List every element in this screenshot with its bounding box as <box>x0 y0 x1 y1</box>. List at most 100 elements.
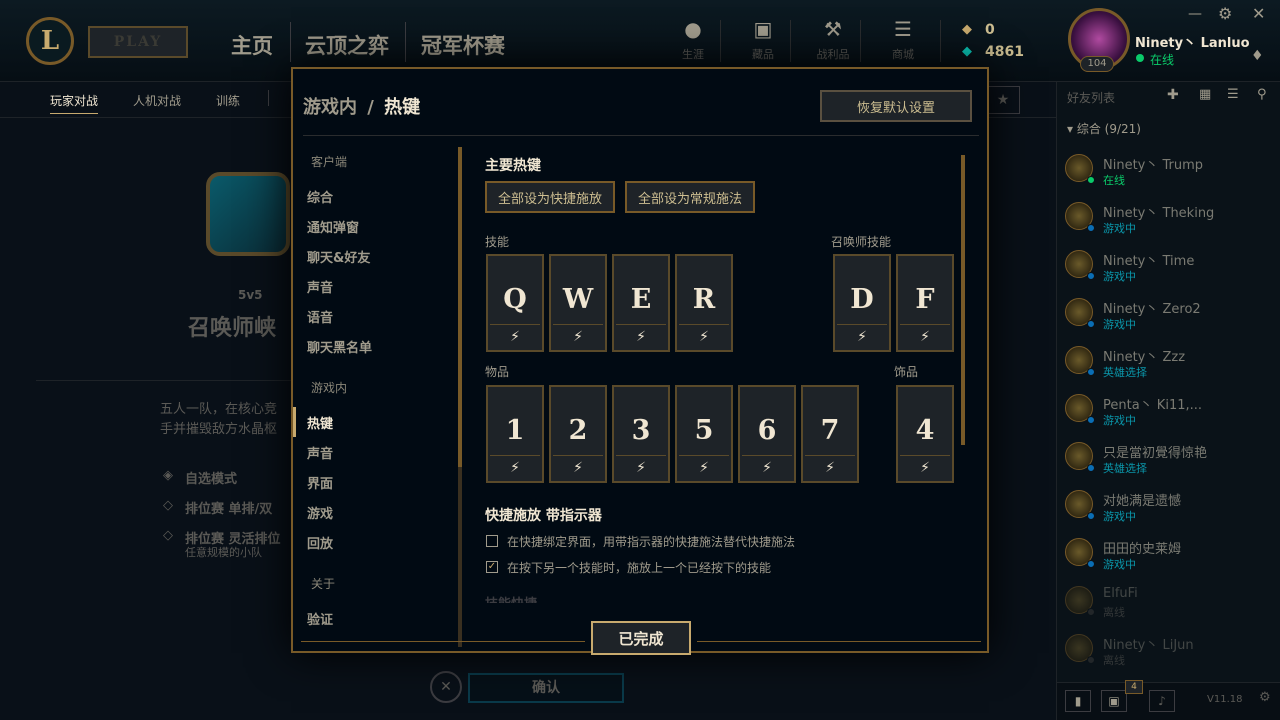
quickcast-bolt-icon[interactable]: ⚡ <box>805 455 855 479</box>
subtab-pvp[interactable]: 玩家对战 <box>50 92 99 114</box>
hotkey-slot[interactable]: W ⚡ <box>549 254 607 352</box>
tab-clash[interactable]: 冠军杯赛 <box>421 30 505 60</box>
hotkey-slot[interactable]: 1 ⚡ <box>486 385 544 483</box>
option-draft[interactable]: 自选模式 <box>185 468 237 487</box>
missions-icon[interactable]: ▣ <box>1101 690 1127 712</box>
minimize-icon[interactable]: — <box>1188 6 1202 22</box>
checkbox-indicator-replace[interactable] <box>486 535 498 547</box>
hotkey-slot[interactable]: F ⚡ <box>896 254 954 352</box>
friend-row[interactable]: Penta丶 Ki11,... 游戏中 <box>1057 388 1280 436</box>
hotkey-slot[interactable]: 2 ⚡ <box>549 385 607 483</box>
trophy-icon[interactable]: ★ <box>986 86 1020 114</box>
quickcast-bolt-icon[interactable]: ⚡ <box>616 455 666 479</box>
done-button[interactable]: 已完成 <box>591 621 691 655</box>
friend-row[interactable]: Ninety丶 Trump 在线 <box>1057 148 1280 196</box>
friend-row[interactable]: 田田的史莱姆 游戏中 <box>1057 532 1280 580</box>
menu-item-client[interactable]: 声音 <box>307 277 333 296</box>
friend-row[interactable]: Ninety丶 Zero2 游戏中 <box>1057 292 1280 340</box>
hotkey-slot[interactable]: E ⚡ <box>612 254 670 352</box>
cancel-x-icon[interactable]: ✕ <box>430 671 462 703</box>
friend-group-header[interactable]: ▾ 综合 (9/21) <box>1067 120 1141 137</box>
tab-home[interactable]: 主页 <box>231 30 273 60</box>
subtab-training[interactable]: 训练 <box>216 92 240 109</box>
store-button[interactable]: ☰ 商城 <box>873 18 933 62</box>
menu-item-client[interactable]: 聊天&好友 <box>307 247 370 266</box>
set-all-normalcast-button[interactable]: 全部设为常规施法 <box>625 181 755 213</box>
friend-row[interactable]: 只是當初覺得惊艳 英雄选择 <box>1057 436 1280 484</box>
quickcast-bolt-icon[interactable]: ⚡ <box>742 455 792 479</box>
quickcast-bolt-icon[interactable]: ⚡ <box>679 324 729 348</box>
loot-button[interactable]: ⚒ 战利品 <box>803 18 863 62</box>
friend-status: 游戏中 <box>1103 222 1136 235</box>
quickcast-bolt-icon[interactable]: ⚡ <box>490 455 540 479</box>
help-icon[interactable]: ⚙ <box>1259 690 1271 705</box>
quickcast-bolt-icon[interactable]: ⚡ <box>837 324 887 348</box>
hotkey-letter: 5 <box>694 415 714 446</box>
tab-tft[interactable]: 云顶之弈 <box>305 30 389 60</box>
hotkey-slot[interactable]: R ⚡ <box>675 254 733 352</box>
hotkey-slot[interactable]: 6 ⚡ <box>738 385 796 483</box>
list-view-icon[interactable]: ☰ <box>1227 87 1239 102</box>
profile-button[interactable]: ● 生涯 <box>663 18 723 62</box>
menu-item-ingame[interactable]: 热键 <box>307 413 333 432</box>
option-ranked-solo[interactable]: 排位赛 单排/双 <box>185 498 272 517</box>
hotkey-letter: F <box>915 284 935 315</box>
quickcast-bolt-icon[interactable]: ⚡ <box>616 324 666 348</box>
chat-icon[interactable]: ▮ <box>1065 690 1091 712</box>
add-friend-icon[interactable]: ✚ <box>1167 87 1179 103</box>
username[interactable]: Ninety丶 Lanluo <box>1135 32 1250 51</box>
content-scrollbar-thumb[interactable] <box>961 155 965 445</box>
set-all-quickcast-button[interactable]: 全部设为快捷施放 <box>485 181 615 213</box>
be-balance[interactable]: 4861 <box>985 44 1024 60</box>
friend-row[interactable]: ElfuFi 离线 <box>1057 580 1280 628</box>
menu-item-client[interactable]: 综合 <box>307 187 333 206</box>
quickcast-bolt-icon[interactable]: ⚡ <box>900 324 950 348</box>
menu-item-ingame[interactable]: 声音 <box>307 443 333 462</box>
option-cast-previous[interactable]: 在按下另一个技能时，施放上一个已经按下的技能 <box>507 559 771 576</box>
settings-gear-icon[interactable]: ⚙ <box>1218 4 1232 23</box>
rp-balance[interactable]: 0 <box>985 22 995 38</box>
menu-scrollbar-thumb[interactable] <box>458 147 462 467</box>
restore-defaults-button[interactable]: 恢复默认设置 <box>820 90 972 122</box>
quickcast-bolt-icon[interactable]: ⚡ <box>553 324 603 348</box>
hotkey-slot[interactable]: 5 ⚡ <box>675 385 733 483</box>
menu-item-verify[interactable]: 验证 <box>307 609 333 628</box>
play-button[interactable]: PLAY <box>88 26 188 58</box>
menu-item-client[interactable]: 聊天黑名单 <box>307 337 372 356</box>
friend-row[interactable]: Ninety丶 Time 游戏中 <box>1057 244 1280 292</box>
checkbox-cast-previous[interactable]: ✓ <box>486 561 498 573</box>
confirm-button[interactable]: 确认 <box>468 673 624 703</box>
hotkey-slot[interactable]: Q ⚡ <box>486 254 544 352</box>
hotkey-letter: R <box>692 284 716 315</box>
quickcast-bolt-icon[interactable]: ⚡ <box>900 455 950 479</box>
friend-row[interactable]: 对她满是遗憾 游戏中 <box>1057 484 1280 532</box>
friend-row[interactable]: Ninety丶 LiJun 离线 <box>1057 628 1280 676</box>
close-icon[interactable]: ✕ <box>1252 4 1265 23</box>
menu-item-client[interactable]: 通知弹窗 <box>307 217 359 236</box>
friend-status: 游戏中 <box>1103 510 1136 523</box>
menu-item-ingame[interactable]: 回放 <box>307 533 333 552</box>
search-icon[interactable]: ⚲ <box>1257 87 1267 102</box>
friend-row[interactable]: Ninety丶 Zzz 英雄选择 <box>1057 340 1280 388</box>
league-logo[interactable]: L <box>26 17 74 65</box>
collection-button[interactable]: ▣ 藏品 <box>733 18 793 62</box>
add-folder-icon[interactable]: ▦ <box>1199 87 1211 102</box>
menu-item-ingame[interactable]: 界面 <box>307 473 333 492</box>
hotkey-slot[interactable]: 3 ⚡ <box>612 385 670 483</box>
quickcast-bolt-icon[interactable]: ⚡ <box>679 455 729 479</box>
hotkey-slot[interactable]: D ⚡ <box>833 254 891 352</box>
option-indicator-replace[interactable]: 在快捷绑定界面，用带指示器的快捷施法替代快捷施法 <box>507 533 795 550</box>
hotkey-slot[interactable]: 4 ⚡ <box>896 385 954 483</box>
friend-row[interactable]: Ninety丶 Theking 游戏中 <box>1057 196 1280 244</box>
voice-icon[interactable]: ♪ <box>1149 690 1175 712</box>
quickcast-bolt-icon[interactable]: ⚡ <box>553 455 603 479</box>
hotkey-slot[interactable]: 7 ⚡ <box>801 385 859 483</box>
status-text[interactable]: 在线 <box>1150 51 1174 68</box>
subtab-coop[interactable]: 人机对战 <box>133 92 181 109</box>
menu-item-ingame[interactable]: 游戏 <box>307 503 333 522</box>
notification-bell-icon[interactable]: ♦ <box>1251 48 1264 64</box>
quickcast-bolt-icon[interactable]: ⚡ <box>490 324 540 348</box>
main-hotkeys-title: 主要热键 <box>485 158 541 174</box>
trinket-label: 饰品 <box>894 365 919 379</box>
menu-item-client[interactable]: 语音 <box>307 307 333 326</box>
